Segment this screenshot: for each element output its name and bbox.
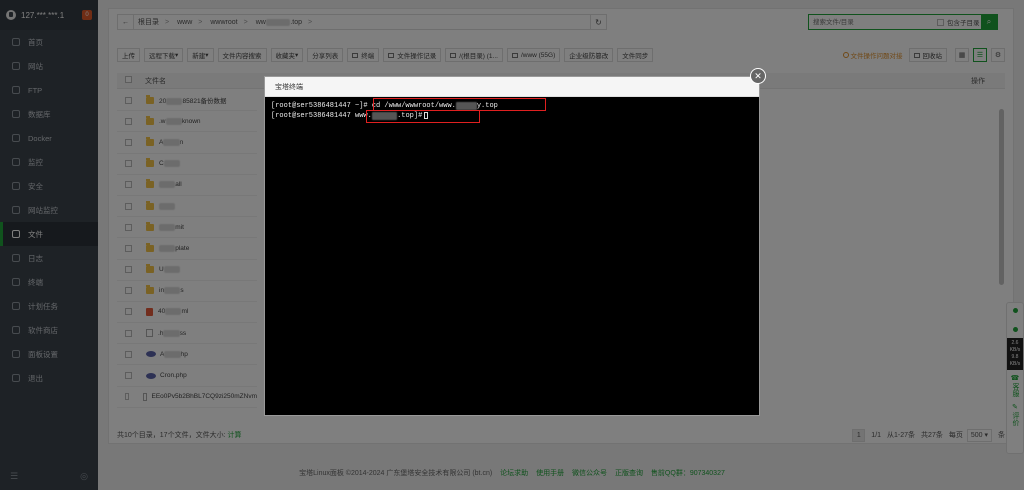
terminal-dialog: 宝塔终端 [root@ser5386481447 ~]# cd /www/www… — [264, 76, 760, 416]
terminal-dialog-title[interactable]: 宝塔终端 — [265, 77, 759, 97]
terminal-line-2: [root@ser5386481447 www.xxxxxx.top]# — [271, 111, 753, 121]
highlight-box-prompt — [366, 110, 480, 123]
terminal-screen[interactable]: [root@ser5386481447 ~]# cd /www/wwwroot/… — [265, 97, 759, 125]
close-icon[interactable]: ✕ — [750, 68, 766, 84]
